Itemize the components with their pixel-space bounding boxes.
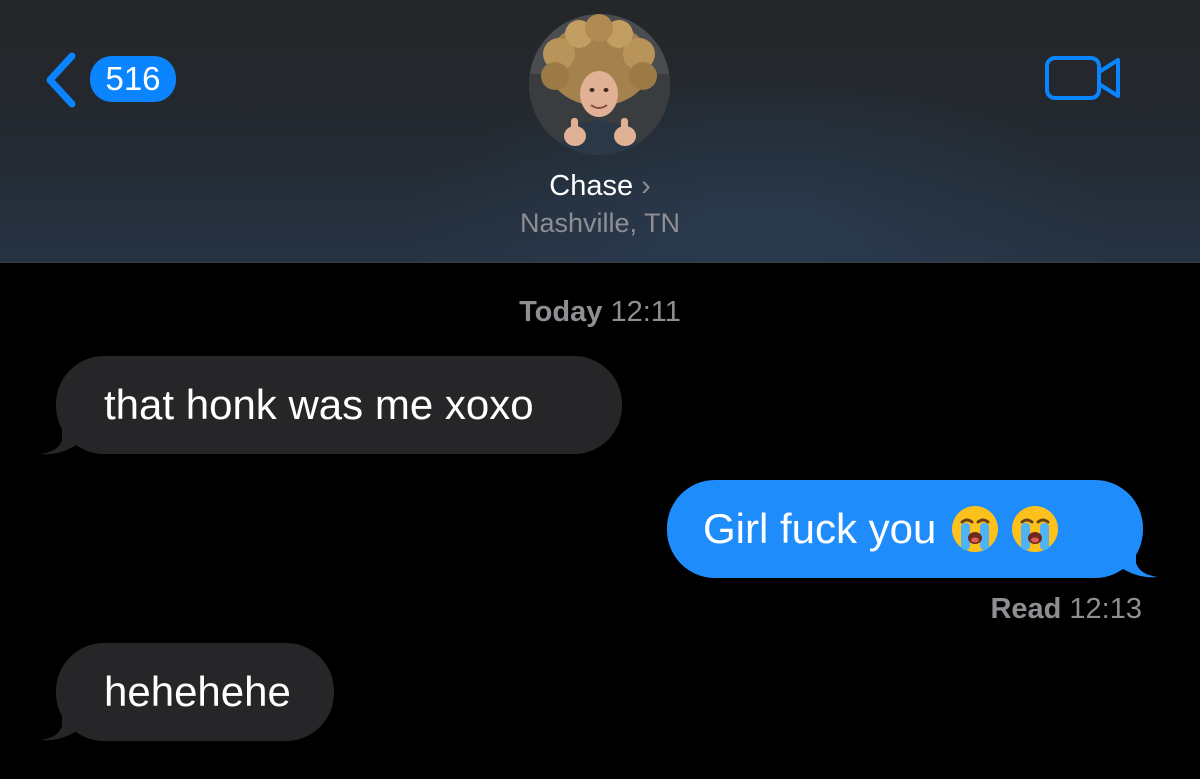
timestamp-time: 12:11 <box>610 296 681 328</box>
video-camera-icon <box>1044 52 1124 104</box>
unread-count-badge: 516 <box>90 56 176 102</box>
message-text: hehehehe <box>104 668 291 715</box>
message-text: that honk was me xoxo <box>104 381 534 428</box>
incoming-message-bubble[interactable]: hehehehe <box>56 643 334 741</box>
contact-location: Nashville, TN <box>519 208 681 238</box>
incoming-message-bubble[interactable]: that honk was me xoxo <box>56 356 622 454</box>
loudly-crying-face-icon <box>1010 504 1060 554</box>
back-button[interactable]: 516 <box>42 50 182 110</box>
read-receipt: Read 12:13 <box>990 591 1142 627</box>
conversation-header: 516 Chase › Nashville, TN <box>0 0 1200 263</box>
facetime-video-button[interactable] <box>1044 52 1124 104</box>
contact-avatar[interactable] <box>529 14 670 155</box>
message-text: Girl fuck you <box>703 505 937 552</box>
contact-name[interactable]: Chase › <box>0 168 1200 204</box>
chevron-right-icon: › <box>641 170 651 202</box>
read-time: 12:13 <box>1069 593 1142 625</box>
message-timestamp: Today 12:11 <box>0 294 1200 330</box>
contact-name-text: Chase <box>549 170 634 202</box>
timestamp-day: Today <box>519 296 603 328</box>
outgoing-message-bubble[interactable]: Girl fuck you <box>667 480 1143 578</box>
read-label: Read <box>990 593 1062 625</box>
loudly-crying-face-icon <box>950 504 1000 554</box>
chevron-left-icon <box>42 50 82 110</box>
